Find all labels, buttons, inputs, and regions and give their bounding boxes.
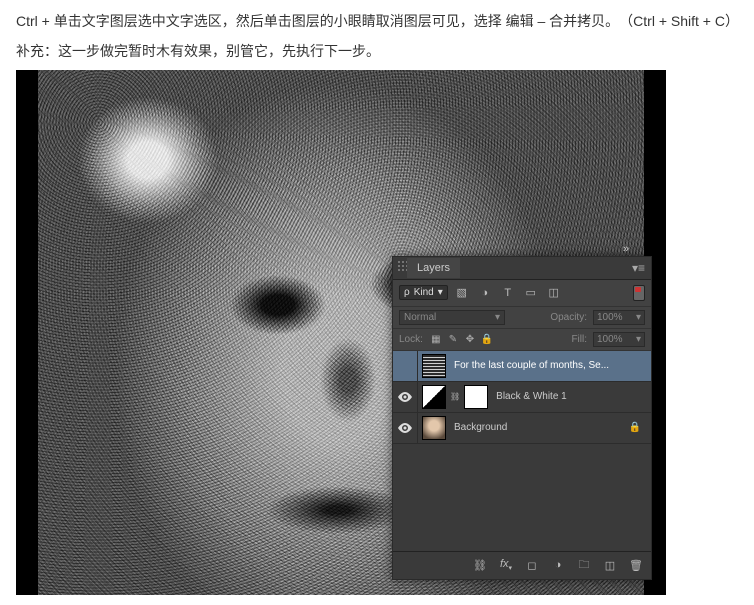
- layers-list: For the last couple of months, Se... ⛓ B…: [393, 351, 651, 551]
- layers-tab[interactable]: Layers: [407, 258, 460, 278]
- opacity-label: Opacity:: [550, 312, 587, 323]
- layer-thumbnail[interactable]: [422, 354, 446, 378]
- new-adjustment-icon[interactable]: ◑: [551, 559, 565, 571]
- lock-row: Lock: ▦ ✎ ✥ 🔒 Fill: 100% ▾: [393, 329, 651, 351]
- new-group-icon[interactable]: 🗀: [577, 556, 591, 575]
- layer-row-adjustment[interactable]: ⛓ Black & White 1: [393, 382, 651, 413]
- collapse-panel-icon[interactable]: »: [623, 243, 629, 255]
- panel-menu-icon[interactable]: ▾≡: [626, 261, 651, 275]
- new-layer-icon[interactable]: ◫: [603, 559, 617, 572]
- layers-panel[interactable]: » Layers ▾≡ ρ Kind ▾ ▧ ◑ T ▭ ◫ Normal ▾: [392, 256, 652, 580]
- lock-icon: 🔒: [625, 422, 645, 433]
- instruction-line-2: 补充：这一步做完暂时木有效果，别管它，先执行下一步。: [16, 40, 738, 64]
- panel-tab-bar: Layers ▾≡: [393, 257, 651, 280]
- lock-position-icon[interactable]: ✥: [463, 334, 477, 345]
- eye-icon: [398, 423, 412, 433]
- filter-toggle[interactable]: [633, 285, 645, 301]
- add-mask-icon[interactable]: ◻: [525, 559, 539, 572]
- adjustment-thumbnail[interactable]: [422, 385, 446, 409]
- layer-name[interactable]: For the last couple of months, Se...: [450, 360, 645, 371]
- lock-label: Lock:: [399, 334, 423, 345]
- filter-smart-icon[interactable]: ◫: [545, 284, 563, 302]
- panel-drag-handle[interactable]: [397, 260, 407, 272]
- blend-mode-row: Normal ▾ Opacity: 100% ▾: [393, 307, 651, 329]
- lock-icons: ▦ ✎ ✥ 🔒: [429, 334, 494, 345]
- instruction-line-1: Ctrl + 单击文字图层选中文字选区，然后单击图层的小眼睛取消图层可见，选择 …: [16, 10, 738, 34]
- layer-thumbnail[interactable]: [422, 416, 446, 440]
- filter-kind-select[interactable]: ρ Kind ▾: [399, 285, 448, 300]
- visibility-toggle[interactable]: [393, 351, 418, 381]
- filter-pixel-icon[interactable]: ▧: [453, 284, 471, 302]
- panel-footer: ⛓ fx▾ ◻ ◑ 🗀 ◫ 🗑: [393, 551, 651, 579]
- filter-adjustment-icon[interactable]: ◑: [476, 284, 494, 302]
- layer-fx-icon[interactable]: fx▾: [499, 558, 513, 572]
- delete-layer-icon[interactable]: 🗑: [629, 559, 643, 572]
- fill-field[interactable]: 100% ▾: [593, 332, 645, 347]
- link-layers-icon[interactable]: ⛓: [473, 559, 487, 572]
- opacity-field[interactable]: 100% ▾: [593, 310, 645, 325]
- eye-icon: [398, 392, 412, 402]
- chevron-down-icon: ▾: [636, 334, 641, 345]
- lock-transparency-icon[interactable]: ▦: [429, 334, 443, 345]
- chevron-down-icon: ▾: [636, 312, 641, 323]
- mask-link-icon[interactable]: ⛓: [450, 392, 460, 401]
- visibility-toggle[interactable]: [393, 413, 418, 443]
- layer-row-text[interactable]: For the last couple of months, Se...: [393, 351, 651, 382]
- layer-name[interactable]: Black & White 1: [492, 391, 645, 402]
- layer-row-background[interactable]: Background 🔒: [393, 413, 651, 444]
- lock-all-icon[interactable]: 🔒: [480, 334, 494, 345]
- photoshop-canvas: » Layers ▾≡ ρ Kind ▾ ▧ ◑ T ▭ ◫ Normal ▾: [16, 70, 666, 595]
- lock-pixels-icon[interactable]: ✎: [446, 334, 460, 345]
- chevron-down-icon: ▾: [495, 312, 500, 323]
- visibility-toggle[interactable]: [393, 382, 418, 412]
- layer-filter-row: ρ Kind ▾ ▧ ◑ T ▭ ◫: [393, 280, 651, 307]
- blend-mode-select[interactable]: Normal ▾: [399, 310, 505, 325]
- filter-shape-icon[interactable]: ▭: [522, 284, 540, 302]
- filter-type-icon[interactable]: T: [499, 284, 517, 302]
- layer-name[interactable]: Background: [450, 422, 625, 433]
- chevron-down-icon: ▾: [438, 287, 443, 298]
- search-icon: ρ: [404, 287, 410, 298]
- mask-thumbnail[interactable]: [464, 385, 488, 409]
- fill-label: Fill:: [571, 334, 587, 345]
